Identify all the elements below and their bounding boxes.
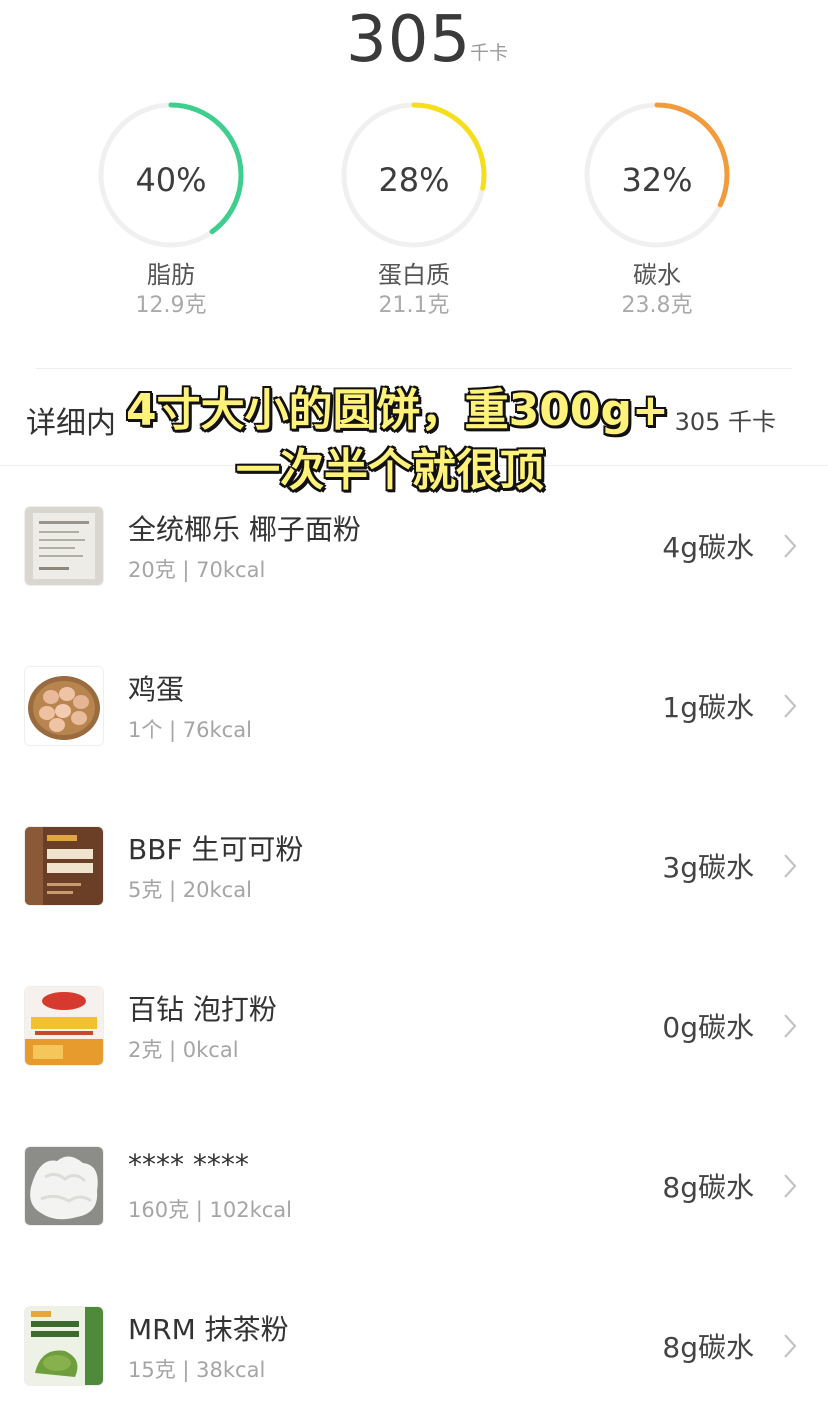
total-calories-unit: 千卡	[470, 42, 509, 64]
food-item-cacao-powder[interactable]: BBF 生可可粉 5克 | 20kcal 3g碳水	[0, 786, 828, 946]
food-carbs: 4g碳水	[662, 531, 754, 564]
carbs-label: 碳水	[633, 261, 681, 289]
food-item-yogurt[interactable]: **** **** 160克 | 102kcal 8g碳水	[0, 1106, 828, 1266]
food-carbs: 1g碳水	[662, 691, 754, 724]
macro-protein[interactable]: 28% 蛋白质 21.1克	[314, 100, 514, 322]
chevron-right-icon	[784, 694, 797, 718]
details-total-kcal: 305 千卡	[674, 408, 776, 436]
food-name: BBF 生可可粉	[128, 833, 304, 866]
food-name: **** ****	[128, 1148, 249, 1181]
chevron-right-icon	[784, 1334, 797, 1358]
details-header: 详细内 305 千卡	[0, 392, 828, 448]
carbs-grams: 23.8克	[621, 293, 693, 318]
chevron-right-icon	[784, 1174, 797, 1198]
fat-grams: 12.9克	[135, 293, 207, 318]
total-calories-value: 305	[346, 3, 472, 77]
macro-fat[interactable]: 40% 脂肪 12.9克	[71, 100, 271, 322]
coconut-flour-thumbnail	[24, 506, 104, 586]
chevron-right-icon	[784, 854, 797, 878]
section-divider	[36, 368, 792, 369]
chevron-right-icon	[784, 534, 797, 558]
chevron-right-icon	[784, 1014, 797, 1038]
food-carbs: 8g碳水	[662, 1171, 754, 1204]
food-carbs: 8g碳水	[662, 1331, 754, 1364]
yogurt-thumbnail	[24, 1146, 104, 1226]
food-name: 鸡蛋	[128, 673, 185, 706]
carbs-percent: 32%	[621, 161, 693, 199]
matcha-powder-thumbnail	[24, 1306, 104, 1386]
food-item-baking-powder[interactable]: 百钻 泡打粉 2克 | 0kcal 0g碳水	[0, 946, 828, 1106]
food-carbs: 0g碳水	[662, 1011, 754, 1044]
protein-label: 蛋白质	[378, 261, 450, 289]
macro-carbs[interactable]: 32% 碳水 23.8克	[557, 100, 757, 322]
fat-label: 脂肪	[147, 261, 195, 289]
food-portion: 160克 | 102kcal	[128, 1198, 293, 1222]
food-item-matcha-powder[interactable]: MRM 抹茶粉 15克 | 38kcal 8g碳水	[0, 1266, 828, 1426]
food-portion: 1个 | 76kcal	[128, 718, 252, 742]
food-name: 百钻 泡打粉	[128, 993, 277, 1026]
protein-grams: 21.1克	[378, 293, 450, 318]
food-portion: 2克 | 0kcal	[128, 1038, 239, 1062]
egg-thumbnail	[24, 666, 104, 746]
fat-percent: 40%	[135, 161, 207, 199]
macro-rings: 40% 脂肪 12.9克 28% 蛋白质 21.1克 32% 碳水 23.8克	[0, 100, 828, 340]
baking-powder-thumbnail	[24, 986, 104, 1066]
food-name: MRM 抹茶粉	[128, 1313, 289, 1346]
food-portion: 20克 | 70kcal	[128, 558, 266, 582]
food-carbs: 3g碳水	[662, 851, 754, 884]
protein-percent: 28%	[378, 161, 450, 199]
food-portion: 15克 | 38kcal	[128, 1358, 266, 1382]
food-item-coconut-flour[interactable]: 全统椰乐 椰子面粉 20克 | 70kcal 4g碳水	[0, 466, 828, 626]
total-calories: 305 千卡	[0, 0, 828, 80]
food-portion: 5克 | 20kcal	[128, 878, 252, 902]
food-name: 全统椰乐 椰子面粉	[128, 513, 361, 546]
cacao-powder-thumbnail	[24, 826, 104, 906]
details-title: 详细内	[26, 406, 116, 441]
food-item-egg[interactable]: 鸡蛋 1个 | 76kcal 1g碳水	[0, 626, 828, 786]
